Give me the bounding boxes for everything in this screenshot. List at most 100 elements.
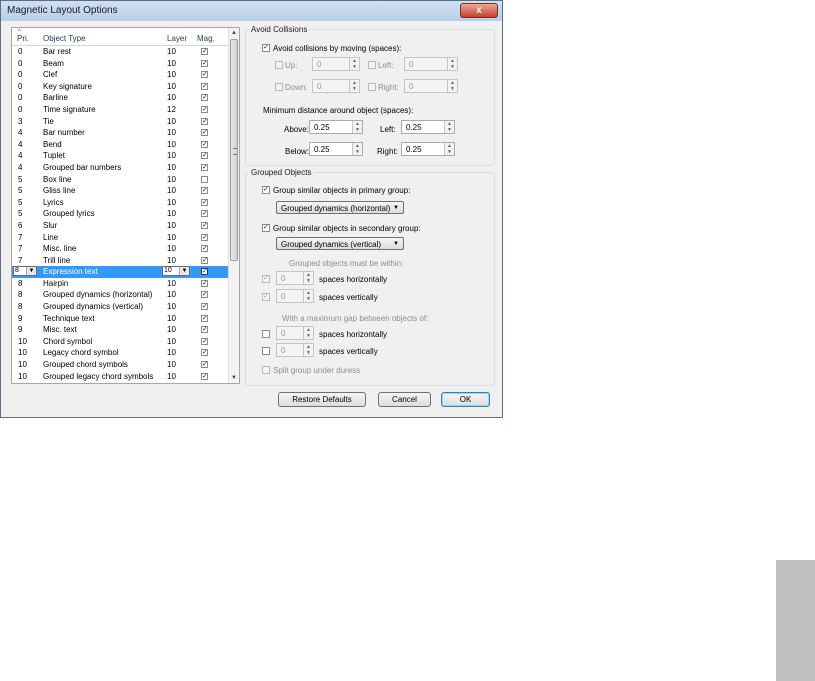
magnetic-checkbox[interactable]: ✓ (201, 256, 208, 264)
within-horizontal-checkbox[interactable]: ✓ (262, 275, 270, 283)
above-spinner[interactable]: 0.25 ▲ ▼ (309, 120, 363, 134)
gap-horizontal-spinner[interactable]: 0 ▲ ▼ (276, 326, 314, 340)
table-row[interactable]: 3 Tie 10 ✓ (12, 116, 228, 128)
table-row[interactable]: 10 Legacy chord symbol 10 ✓ (12, 347, 228, 359)
scroll-down-icon[interactable]: ▼ (229, 373, 239, 383)
magnetic-checkbox[interactable]: ✓ (201, 221, 208, 229)
magnetic-checkbox[interactable]: ✓ (201, 349, 208, 357)
column-header-object-type[interactable]: Object Type (43, 34, 86, 43)
magnetic-checkbox[interactable]: ✓ (201, 94, 208, 102)
table-row[interactable]: 10 Grouped chord symbols 10 ✓ (12, 359, 228, 371)
primary-group-dropdown[interactable]: Grouped dynamics (horizontal) ▼ (276, 201, 404, 214)
up-checkbox[interactable] (275, 61, 283, 69)
layer-combo[interactable]: 10 ▼ (162, 266, 190, 277)
magnetic-checkbox[interactable]: ✓ (201, 326, 208, 334)
table-row[interactable]: 5 Grouped lyrics 10 ✓ (12, 208, 228, 220)
table-row[interactable]: 5 Gliss line 10 ✓ (12, 185, 228, 197)
gap-horizontal-checkbox[interactable] (262, 330, 270, 338)
spin-down-icon[interactable]: ▼ (448, 64, 457, 70)
magnetic-checkbox[interactable]: ✓ (201, 71, 208, 79)
magnetic-checkbox[interactable]: ✓ (201, 233, 208, 241)
magnetic-checkbox[interactable]: ✓ (201, 129, 208, 137)
magnetic-checkbox[interactable]: ✓ (201, 187, 208, 195)
magnetic-checkbox[interactable]: ✓ (201, 372, 208, 380)
restore-defaults-button[interactable]: Restore Defaults (278, 392, 366, 407)
magnetic-checkbox[interactable] (201, 175, 208, 183)
table-row[interactable]: 9 Technique text 10 ✓ (12, 313, 228, 325)
magnetic-checkbox[interactable]: ✓ (201, 140, 208, 148)
down-spinner[interactable]: 0 ▲ ▼ (312, 79, 360, 93)
left-distance-spinner[interactable]: 0.25 ▲ ▼ (401, 120, 455, 134)
magnetic-checkbox[interactable]: ✓ (201, 361, 208, 369)
close-button[interactable]: x (460, 3, 498, 18)
priority-combo[interactable]: 8 ▼ (13, 266, 37, 277)
spin-down-icon[interactable]: ▼ (350, 86, 359, 92)
secondary-group-checkbox[interactable]: ✓ (262, 224, 270, 232)
table-row[interactable]: 0 Beam 10 ✓ (12, 58, 228, 70)
magnetic-checkbox[interactable]: ✓ (201, 337, 208, 345)
spin-down-icon[interactable]: ▼ (445, 149, 454, 155)
table-row[interactable]: 7 Line 10 ✓ (12, 232, 228, 244)
split-group-checkbox[interactable] (262, 366, 270, 374)
scroll-up-icon[interactable]: ▲ (229, 28, 239, 38)
secondary-group-dropdown[interactable]: Grouped dynamics (vertical) ▼ (276, 237, 404, 250)
table-row[interactable]: 8 ▼ Expression text 10 ▼ ✓ (12, 266, 228, 278)
scroll-thumb[interactable] (230, 39, 238, 261)
table-row[interactable]: 10 Grouped legacy chord symbols 10 ✓ (12, 371, 228, 383)
spin-down-icon[interactable]: ▼ (350, 64, 359, 70)
left-spinner[interactable]: 0 ▲ ▼ (404, 57, 458, 71)
magnetic-checkbox[interactable]: ✓ (201, 279, 208, 287)
magnetic-checkbox[interactable]: ✓ (201, 48, 208, 55)
spin-down-icon[interactable]: ▼ (304, 350, 313, 356)
magnetic-checkbox[interactable]: ✓ (201, 210, 208, 218)
table-row[interactable]: 8 Grouped dynamics (horizontal) 10 ✓ (12, 289, 228, 301)
object-type-list[interactable]: ^ Pri. Object Type Layer Mag. 0 Bar rest 1… (11, 27, 240, 384)
up-spinner[interactable]: 0 ▲ ▼ (312, 57, 360, 71)
table-row[interactable]: 8 Grouped dynamics (vertical) 10 ✓ (12, 301, 228, 313)
primary-group-checkbox[interactable]: ✓ (262, 186, 270, 194)
table-row[interactable]: 4 Bar number 10 ✓ (12, 127, 228, 139)
magnetic-checkbox[interactable]: ✓ (201, 163, 208, 171)
magnetic-checkbox[interactable]: ✓ (201, 117, 208, 125)
column-header-layer[interactable]: Layer (167, 34, 187, 43)
below-spinner[interactable]: 0.25 ▲ ▼ (309, 142, 363, 156)
magnetic-checkbox[interactable]: ✓ (201, 268, 208, 276)
spin-down-icon[interactable]: ▼ (304, 333, 313, 339)
table-row[interactable]: 5 Lyrics 10 ✓ (12, 197, 228, 209)
magnetic-checkbox[interactable]: ✓ (201, 314, 208, 322)
spin-down-icon[interactable]: ▼ (353, 127, 362, 133)
down-checkbox[interactable] (275, 83, 283, 91)
spin-down-icon[interactable]: ▼ (353, 149, 362, 155)
table-row[interactable]: 0 Clef 10 ✓ (12, 69, 228, 81)
column-header-mag[interactable]: Mag. (197, 34, 215, 43)
table-row[interactable]: 7 Misc. line 10 ✓ (12, 243, 228, 255)
spin-down-icon[interactable]: ▼ (448, 86, 457, 92)
table-row[interactable]: 7 Trill line 10 ✓ (12, 255, 228, 267)
avoid-collisions-checkbox[interactable]: ✓ (262, 44, 270, 52)
table-row[interactable]: 4 Bend 10 ✓ (12, 139, 228, 151)
table-row[interactable]: 9 Misc. text 10 ✓ (12, 324, 228, 336)
magnetic-checkbox[interactable]: ✓ (201, 245, 208, 253)
title-bar[interactable]: Magnetic Layout Options x (1, 1, 502, 21)
magnetic-checkbox[interactable]: ✓ (201, 105, 208, 113)
magnetic-checkbox[interactable]: ✓ (201, 291, 208, 299)
left-checkbox[interactable] (368, 61, 376, 69)
magnetic-checkbox[interactable]: ✓ (201, 152, 208, 160)
right-checkbox[interactable] (368, 83, 376, 91)
within-vertical-spinner[interactable]: 0 ▲ ▼ (276, 289, 314, 303)
table-row[interactable]: 5 Box line 10 (12, 174, 228, 186)
magnetic-checkbox[interactable]: ✓ (201, 59, 208, 67)
magnetic-checkbox[interactable]: ✓ (201, 303, 208, 311)
list-scrollbar[interactable]: ▲ ▼ (228, 28, 239, 383)
column-header-priority[interactable]: Pri. (17, 34, 29, 43)
spin-down-icon[interactable]: ▼ (445, 127, 454, 133)
gap-vertical-checkbox[interactable] (262, 347, 270, 355)
magnetic-checkbox[interactable]: ✓ (201, 82, 208, 90)
cancel-button[interactable]: Cancel (378, 392, 431, 407)
right-distance-spinner[interactable]: 0.25 ▲ ▼ (401, 142, 455, 156)
table-row[interactable]: 10 Chord symbol 10 ✓ (12, 336, 228, 348)
within-horizontal-spinner[interactable]: 0 ▲ ▼ (276, 271, 314, 285)
table-row[interactable]: 0 Bar rest 10 ✓ (12, 46, 228, 58)
table-row[interactable]: 4 Grouped bar numbers 10 ✓ (12, 162, 228, 174)
table-row[interactable]: 4 Tuplet 10 ✓ (12, 150, 228, 162)
